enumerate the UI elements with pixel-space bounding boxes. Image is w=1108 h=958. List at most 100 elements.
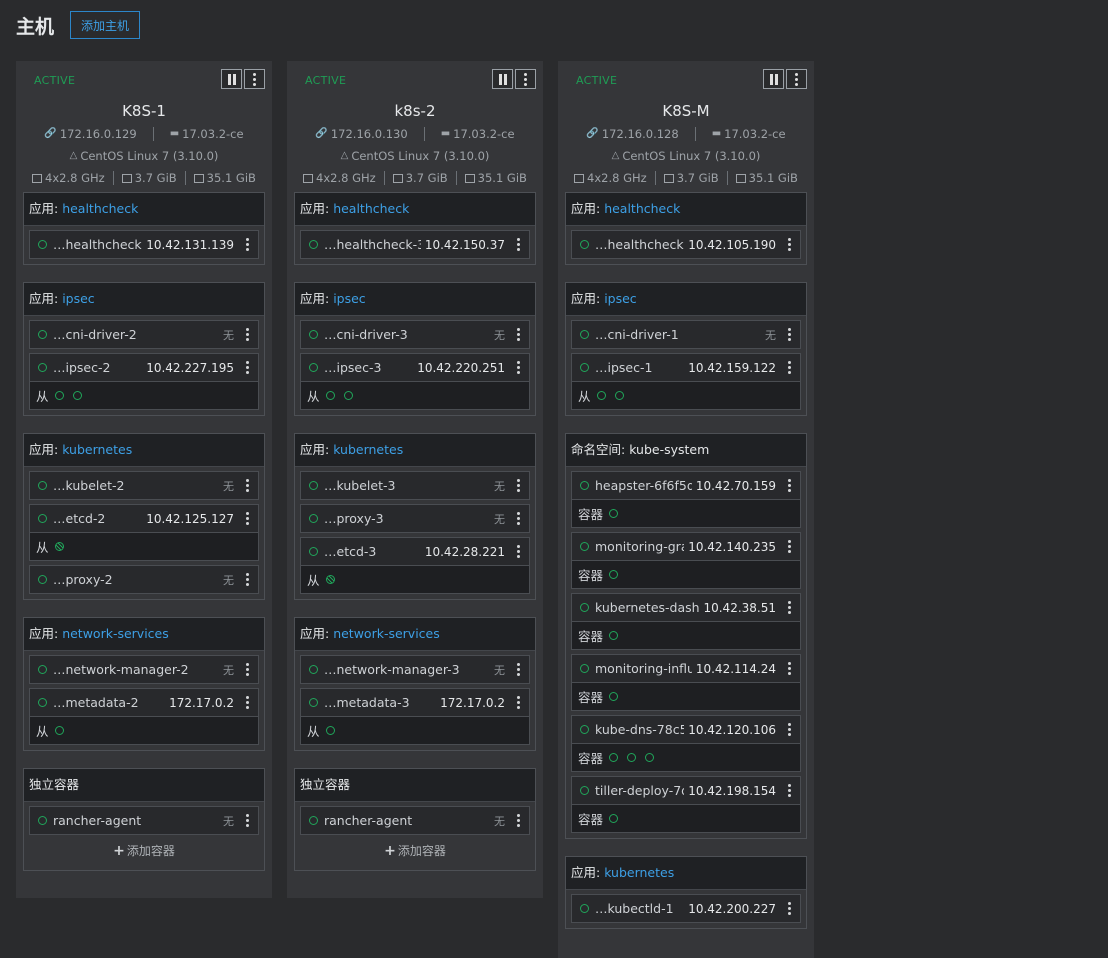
- status-ring-icon[interactable]: [325, 726, 335, 735]
- instance-name[interactable]: …kubelet-2: [53, 478, 219, 493]
- status-ring-icon[interactable]: [609, 570, 619, 579]
- status-ring-icon[interactable]: [596, 391, 606, 400]
- more-vertical-icon[interactable]: [513, 327, 523, 342]
- stack-link-kubernetes[interactable]: kubernetes: [604, 865, 674, 880]
- more-vertical-icon[interactable]: [513, 695, 523, 710]
- status-ring-icon[interactable]: [609, 814, 619, 823]
- more-vertical-icon[interactable]: [784, 360, 794, 375]
- instance-name[interactable]: …cni-driver-1: [595, 327, 761, 342]
- more-vertical-icon[interactable]: [513, 478, 523, 493]
- instance-name[interactable]: …etcd-2: [53, 511, 142, 526]
- stack-link-ipsec[interactable]: ipsec: [62, 291, 94, 306]
- host-menu-button[interactable]: [515, 69, 536, 89]
- instance-name[interactable]: …ipsec-1: [595, 360, 684, 375]
- more-vertical-icon[interactable]: [242, 813, 252, 828]
- instance-name[interactable]: rancher-agent: [324, 813, 490, 828]
- host-menu-button[interactable]: [244, 69, 265, 89]
- instance-name[interactable]: …ipsec-3: [324, 360, 413, 375]
- more-vertical-icon[interactable]: [242, 360, 252, 375]
- instance-name[interactable]: kube-dns-78c55...: [595, 722, 684, 737]
- more-vertical-icon[interactable]: [513, 813, 523, 828]
- host-menu-button[interactable]: [786, 69, 807, 89]
- add-container-button[interactable]: + 添加容器: [24, 835, 264, 865]
- more-vertical-icon[interactable]: [242, 327, 252, 342]
- status-ring-icon[interactable]: [325, 575, 335, 584]
- instance-ip: 10.42.227.195: [146, 360, 234, 375]
- more-vertical-icon[interactable]: [513, 544, 523, 559]
- instance-name[interactable]: monitoring-influx...: [595, 661, 692, 676]
- pause-button[interactable]: [492, 69, 513, 89]
- instance-name[interactable]: …kubectld-1: [595, 901, 684, 916]
- more-vertical-icon[interactable]: [513, 360, 523, 375]
- more-vertical-icon[interactable]: [784, 722, 794, 737]
- stack-link-healthcheck[interactable]: healthcheck: [62, 201, 138, 216]
- status-ring-icon[interactable]: [343, 391, 353, 400]
- instance-name[interactable]: monitoring-graf...: [595, 539, 684, 554]
- status-ring-icon[interactable]: [609, 509, 619, 518]
- status-ring-icon: [38, 816, 47, 825]
- stack-link-kubernetes[interactable]: kubernetes: [333, 442, 403, 457]
- instance-name[interactable]: …metadata-3: [324, 695, 436, 710]
- status-ring-icon[interactable]: [609, 753, 619, 762]
- instance-name[interactable]: …proxy-2: [53, 572, 219, 587]
- instance-name[interactable]: tiller-deploy-7df...: [595, 783, 684, 798]
- add-container-button[interactable]: + 添加容器: [295, 835, 535, 865]
- status-ring-icon[interactable]: [614, 391, 624, 400]
- instance-name[interactable]: …network-manager-3: [324, 662, 490, 677]
- more-vertical-icon[interactable]: [784, 600, 794, 615]
- stack-link-kubernetes[interactable]: kubernetes: [62, 442, 132, 457]
- stack-link-healthcheck[interactable]: healthcheck: [333, 201, 409, 216]
- more-vertical-icon[interactable]: [242, 478, 252, 493]
- status-ring-icon[interactable]: [609, 692, 619, 701]
- instance-name[interactable]: …healthcheck-1: [595, 237, 684, 252]
- instance-name[interactable]: …ipsec-2: [53, 360, 142, 375]
- instance-name[interactable]: …metadata-2: [53, 695, 165, 710]
- more-vertical-icon[interactable]: [242, 237, 252, 252]
- status-ring-icon[interactable]: [72, 391, 82, 400]
- add-host-button[interactable]: 添加主机: [70, 11, 141, 39]
- instance-name[interactable]: …healthcheck-3: [324, 237, 421, 252]
- status-ring-icon[interactable]: [645, 753, 655, 762]
- stack-link-ipsec[interactable]: ipsec: [604, 291, 636, 306]
- more-vertical-icon[interactable]: [242, 662, 252, 677]
- instance-name[interactable]: kubernetes-dashb...: [595, 600, 699, 615]
- disk-icon: [735, 173, 746, 183]
- instance-name[interactable]: …cni-driver-3: [324, 327, 490, 342]
- instance-name[interactable]: …cni-driver-2: [53, 327, 219, 342]
- more-vertical-icon[interactable]: [784, 661, 794, 676]
- host-card-k8s-1: ACTIVE K8S-1 🔗 172.16.0.129 ▬ 17.03.2-ce △ C…: [16, 61, 272, 898]
- more-vertical-icon[interactable]: [242, 695, 252, 710]
- status-ring-icon[interactable]: [627, 753, 637, 762]
- more-vertical-icon[interactable]: [513, 511, 523, 526]
- instance-name[interactable]: …kubelet-3: [324, 478, 490, 493]
- more-vertical-icon[interactable]: [784, 901, 794, 916]
- instance-name[interactable]: …proxy-3: [324, 511, 490, 526]
- more-vertical-icon[interactable]: [784, 237, 794, 252]
- more-vertical-icon[interactable]: [784, 539, 794, 554]
- stack-link-network-services[interactable]: network-services: [62, 626, 169, 641]
- instance-name[interactable]: heapster-6f6f5dc...: [595, 478, 692, 493]
- instance-name[interactable]: …network-manager-2: [53, 662, 219, 677]
- pause-button[interactable]: [221, 69, 242, 89]
- instance-name[interactable]: …etcd-3: [324, 544, 421, 559]
- more-vertical-icon[interactable]: [784, 783, 794, 798]
- more-vertical-icon[interactable]: [242, 572, 252, 587]
- more-vertical-icon[interactable]: [242, 511, 252, 526]
- status-ring-icon[interactable]: [325, 391, 335, 400]
- pause-button[interactable]: [763, 69, 784, 89]
- instance-name[interactable]: …healthcheck-2: [53, 237, 142, 252]
- instance-name[interactable]: rancher-agent: [53, 813, 219, 828]
- status-ring-icon[interactable]: [54, 391, 64, 400]
- stack-link-network-services[interactable]: network-services: [333, 626, 440, 641]
- status-ring-icon[interactable]: [609, 631, 619, 640]
- stack-link-healthcheck[interactable]: healthcheck: [604, 201, 680, 216]
- more-vertical-icon[interactable]: [513, 662, 523, 677]
- status-ring-icon: [38, 481, 47, 490]
- more-vertical-icon[interactable]: [784, 327, 794, 342]
- status-ring-icon[interactable]: [54, 726, 64, 735]
- status-ring-icon[interactable]: [54, 542, 64, 551]
- stack-header: 独立容器: [295, 769, 535, 802]
- more-vertical-icon[interactable]: [513, 237, 523, 252]
- more-vertical-icon[interactable]: [784, 478, 794, 493]
- stack-link-ipsec[interactable]: ipsec: [333, 291, 365, 306]
